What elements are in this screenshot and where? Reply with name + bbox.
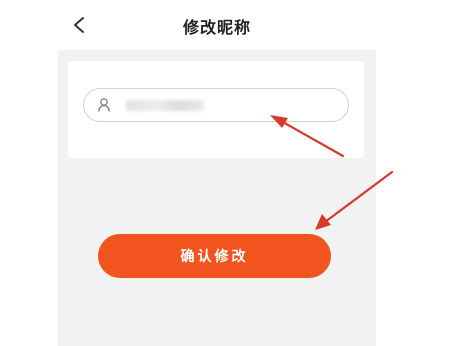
blurred-nickname-text <box>126 100 204 111</box>
confirm-button[interactable]: 确认修改 <box>98 234 331 278</box>
header-bar: 修改昵称 <box>58 0 376 50</box>
nickname-card <box>68 61 364 158</box>
screen: 修改昵称 确认修改 <box>58 0 376 346</box>
page-title: 修改昵称 <box>182 18 251 37</box>
nickname-field[interactable] <box>83 88 349 122</box>
user-icon <box>97 97 111 116</box>
